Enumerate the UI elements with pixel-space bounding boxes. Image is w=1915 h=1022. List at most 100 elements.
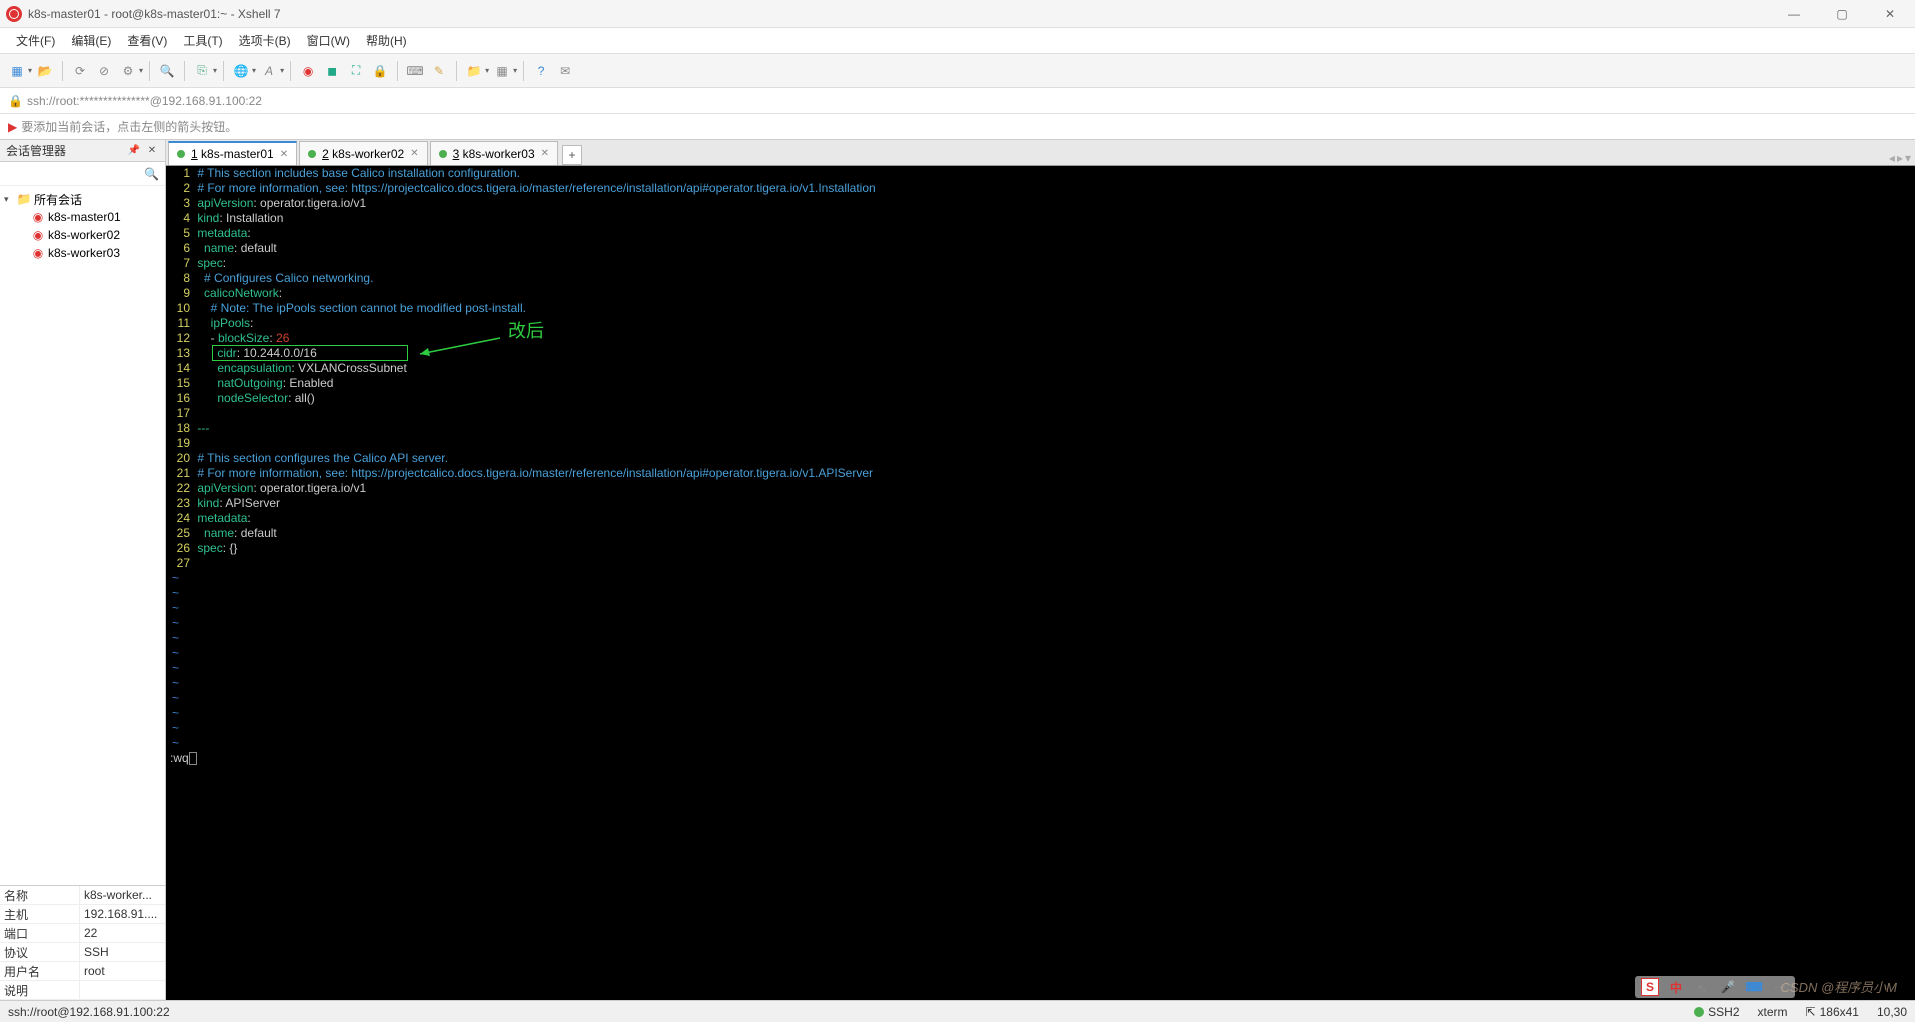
code-line: 5 metadata: (166, 226, 1915, 241)
ime-keyboard-icon[interactable]: ⌨ (1745, 978, 1763, 996)
tab-prev-icon[interactable]: ◂ (1889, 151, 1895, 165)
code-line: 26 spec: {} (166, 541, 1915, 556)
status-dot-icon (177, 150, 185, 158)
folder-button[interactable]: 📁 (463, 60, 485, 82)
stop-button[interactable]: ◼ (321, 60, 343, 82)
watermark: CSDN @程序员小M (1781, 977, 1897, 996)
tree-session[interactable]: ◉k8s-worker03 (16, 244, 163, 262)
code-line: 11 ipPools: (166, 316, 1915, 331)
code-line: 2 # For more information, see: https://p… (166, 181, 1915, 196)
connected-icon (1694, 1007, 1704, 1017)
address-bar[interactable]: 🔒 ssh://root:***************@192.168.91.… (0, 88, 1915, 114)
panel-close-icon[interactable]: ✕ (145, 144, 159, 158)
empty-line: ~ (166, 721, 1915, 736)
status-term: xterm (1758, 1005, 1788, 1019)
tab-close-icon[interactable]: ✕ (541, 148, 549, 159)
tree-session[interactable]: ◉k8s-worker02 (16, 226, 163, 244)
code-line: 23 kind: APIServer (166, 496, 1915, 511)
menu-item[interactable]: 工具(T) (175, 28, 230, 53)
address-url: ssh://root:***************@192.168.91.10… (27, 94, 262, 108)
keyboard-button[interactable]: ⌨ (404, 60, 426, 82)
tab-close-icon[interactable]: ✕ (410, 148, 418, 159)
status-left: ssh://root@192.168.91.100:22 (8, 1005, 170, 1019)
terminal[interactable]: 1 # This section includes base Calico in… (166, 166, 1915, 1000)
info-button[interactable]: ✉ (554, 60, 576, 82)
app-icon (6, 6, 22, 22)
ime-sogou-icon[interactable]: S (1641, 978, 1659, 996)
record-button[interactable]: ◉ (297, 60, 319, 82)
command-line[interactable]: :wq (166, 751, 1915, 766)
search-button[interactable]: 🔍 (156, 60, 178, 82)
pin-icon[interactable]: 📌 (127, 144, 141, 158)
code-line: 27 (166, 556, 1915, 571)
code-line: 16 nodeSelector: all() (166, 391, 1915, 406)
tab-next-icon[interactable]: ▸ (1897, 151, 1903, 165)
menu-item[interactable]: 查看(V) (119, 28, 175, 53)
copy-button[interactable]: ⎘ (191, 60, 213, 82)
status-dot-icon (308, 150, 316, 158)
ime-voice-icon[interactable]: 🎤 (1719, 978, 1737, 996)
expand-button[interactable]: ⛶ (345, 60, 367, 82)
code-line: 4 kind: Installation (166, 211, 1915, 226)
close-button[interactable]: ✕ (1875, 4, 1905, 24)
tab[interactable]: 2 k8s-worker02✕ (299, 141, 427, 165)
disconnect-button[interactable]: ⊘ (93, 60, 115, 82)
code-line: 15 natOutgoing: Enabled (166, 376, 1915, 391)
help-button[interactable]: ? (530, 60, 552, 82)
lock-button[interactable]: 🔒 (369, 60, 391, 82)
menu-item[interactable]: 编辑(E) (63, 28, 119, 53)
code-line: 19 (166, 436, 1915, 451)
code-line: 13 cidr: 10.244.0.0/16 (166, 346, 1915, 361)
status-ssh: SSH2 (1694, 1005, 1739, 1019)
menu-item[interactable]: 文件(F) (8, 28, 63, 53)
prop-row: 端口22 (0, 924, 165, 943)
tree-session[interactable]: ◉k8s-master01 (16, 208, 163, 226)
reconnect-button[interactable]: ⟳ (69, 60, 91, 82)
empty-line: ~ (166, 616, 1915, 631)
code-line: 3 apiVersion: operator.tigera.io/v1 (166, 196, 1915, 211)
props-button[interactable]: ⚙ (117, 60, 139, 82)
code-line: 8 # Configures Calico networking. (166, 271, 1915, 286)
properties-table: 名称k8s-worker...主机192.168.91....端口22协议SSH… (0, 885, 165, 1000)
empty-line: ~ (166, 601, 1915, 616)
session-tree: ▾📁所有会话◉k8s-master01◉k8s-worker02◉k8s-wor… (0, 186, 165, 885)
code-line: 24 metadata: (166, 511, 1915, 526)
layout-button[interactable]: ▦ (491, 60, 513, 82)
tab[interactable]: 3 k8s-worker03✕ (430, 141, 558, 165)
ime-overlay: S 中 •, 🎤 ⌨ ⋯ (1635, 976, 1795, 998)
menu-bar: 文件(F)编辑(E)查看(V)工具(T)选项卡(B)窗口(W)帮助(H) (0, 28, 1915, 54)
font-button[interactable]: A (258, 60, 280, 82)
panel-search[interactable]: 🔍 (0, 162, 165, 186)
window-title: k8s-master01 - root@k8s-master01:~ - Xsh… (28, 7, 1779, 21)
new-session-button[interactable]: ▦ (6, 60, 28, 82)
code-line: 22 apiVersion: operator.tigera.io/v1 (166, 481, 1915, 496)
maximize-button[interactable]: ▢ (1827, 4, 1857, 24)
ime-punct-icon[interactable]: •, (1693, 978, 1711, 996)
status-extra: 10,30 (1877, 1005, 1907, 1019)
panel-header: 会话管理器 📌 ✕ (0, 140, 165, 162)
menu-item[interactable]: 窗口(W) (299, 28, 358, 53)
session-manager-panel: 会话管理器 📌 ✕ 🔍 ▾📁所有会话◉k8s-master01◉k8s-work… (0, 140, 166, 1000)
prop-row: 主机192.168.91.... (0, 905, 165, 924)
open-button[interactable]: 📂 (34, 60, 56, 82)
code-line: 17 (166, 406, 1915, 421)
code-line: 20 # This section configures the Calico … (166, 451, 1915, 466)
tab-close-icon[interactable]: ✕ (280, 149, 288, 160)
highlight-button[interactable]: ✎ (428, 60, 450, 82)
menu-item[interactable]: 选项卡(B) (231, 28, 299, 53)
add-tab-button[interactable]: + (562, 145, 582, 165)
tree-root[interactable]: ▾📁所有会话 (2, 190, 163, 208)
status-bar: ssh://root@192.168.91.100:22 SSH2 xterm … (0, 1000, 1915, 1022)
hint-bar: ▶ 要添加当前会话，点击左侧的箭头按钮。 (0, 114, 1915, 140)
tab-list-icon[interactable]: ▾ (1905, 151, 1911, 165)
code-line: 21 # For more information, see: https://… (166, 466, 1915, 481)
ime-cn-icon[interactable]: 中 (1667, 978, 1685, 996)
menu-item[interactable]: 帮助(H) (358, 28, 415, 53)
tab[interactable]: 1 k8s-master01✕ (168, 141, 297, 165)
code-line: 10 # Note: The ipPools section cannot be… (166, 301, 1915, 316)
empty-line: ~ (166, 631, 1915, 646)
globe-button[interactable]: 🌐 (230, 60, 252, 82)
code-line: 18 --- (166, 421, 1915, 436)
flag-icon: ▶ (8, 120, 17, 134)
minimize-button[interactable]: — (1779, 4, 1809, 24)
